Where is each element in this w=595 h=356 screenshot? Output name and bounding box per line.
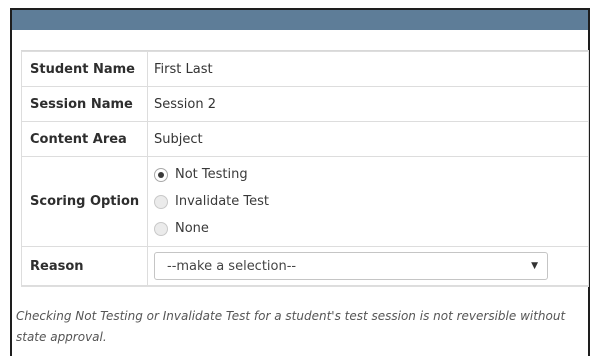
row-scoring-option: Scoring Option Not Testing Invalidate Te… (21, 156, 589, 247)
session-name-value: Session 2 (147, 86, 589, 122)
radio-invalidate-test[interactable]: Invalidate Test (154, 188, 588, 215)
content-area-value: Subject (147, 121, 589, 157)
row-student-name: Student Name First Last (21, 51, 589, 87)
row-reason: Reason --make a selection-- ▼ (21, 246, 589, 286)
row-session-name: Session Name Session 2 (21, 86, 589, 122)
student-info-table: Student Name First Last Session Name Ses… (21, 51, 589, 286)
radio-not-testing[interactable]: Not Testing (154, 161, 588, 188)
reason-select[interactable]: --make a selection-- ▼ (154, 252, 548, 280)
reversal-warning-note: Checking Not Testing or Invalidate Test … (16, 309, 566, 344)
student-info-panel: Student Name First Last Session Name Ses… (21, 50, 589, 287)
dialog-header-bar (12, 10, 588, 30)
radio-button-none[interactable] (154, 221, 168, 236)
student-name-value: First Last (147, 51, 589, 87)
radio-label-not-testing[interactable]: Not Testing (175, 167, 248, 182)
radio-label-none[interactable]: None (175, 221, 209, 236)
scoring-option-label: Scoring Option (21, 156, 148, 247)
scoring-option-group: Not Testing Invalidate Test None (147, 156, 589, 247)
triangle-down-icon: ▼ (531, 261, 538, 271)
radio-label-invalidate-test[interactable]: Invalidate Test (175, 194, 269, 209)
reason-label: Reason (21, 246, 148, 286)
radio-button-not-testing[interactable] (154, 167, 168, 182)
dialog-frame: Student Name First Last Session Name Ses… (10, 8, 590, 356)
row-content-area: Content Area Subject (21, 121, 589, 157)
reason-select-value: --make a selection-- (167, 258, 297, 274)
radio-none[interactable]: None (154, 215, 588, 242)
student-name-label: Student Name (21, 51, 148, 87)
content-area-label: Content Area (21, 121, 148, 157)
session-name-label: Session Name (21, 86, 148, 122)
reason-cell: --make a selection-- ▼ (147, 246, 589, 286)
radio-button-invalidate-test[interactable] (154, 194, 168, 209)
